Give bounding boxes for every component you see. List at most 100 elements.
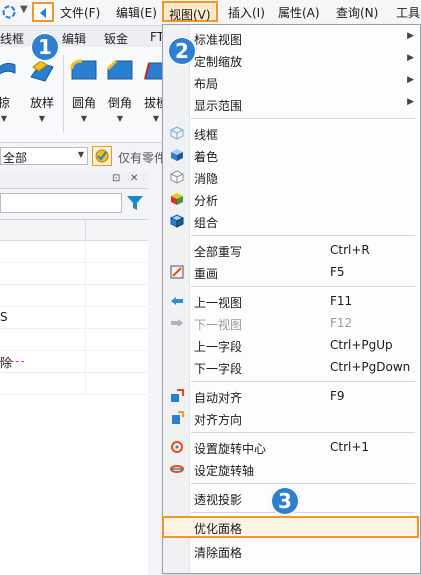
menu-item-label: 线框 [194, 128, 219, 142]
menu-item[interactable]: 全部重写 Ctrl+R [163, 239, 420, 261]
scope-select[interactable]: 全部 ▼ [0, 147, 88, 165]
back-button[interactable] [32, 2, 54, 22]
panel-header: ⊡ ✕ [0, 172, 148, 189]
sweep-label: 掠 [0, 96, 10, 110]
menu-item[interactable]: 消隐 [163, 166, 420, 188]
table-row[interactable] [0, 241, 148, 263]
loft-dropdown-icon[interactable]: ▼ [24, 114, 60, 123]
sweep-button[interactable]: 掠 ▼ [0, 55, 22, 123]
menu-item[interactable]: 设定旋转轴 [163, 458, 420, 480]
analysis-cube-icon [169, 191, 185, 207]
menu-item-label: 分析 [194, 194, 219, 208]
sweep-dropdown-icon[interactable]: ▼ [0, 114, 22, 123]
menu-item[interactable]: 上一视图 F11 [163, 290, 420, 312]
chamfer-label: 倒角 [107, 96, 132, 110]
step-badge-1: 1 [30, 32, 60, 62]
submenu-arrow-icon: ▶ [407, 97, 414, 107]
menu-item[interactable]: 组合 [163, 210, 420, 232]
select-only-parts-button[interactable] [92, 146, 112, 166]
menu-item-label: 上一字段 [194, 340, 243, 354]
menu-item[interactable]: 分析 [163, 188, 420, 210]
chamfer-dropdown-icon[interactable]: ▼ [102, 114, 138, 123]
rotation-center-icon [169, 439, 185, 455]
menu-item[interactable]: 定制缩放 ▶ [163, 49, 420, 71]
table-row[interactable] [0, 285, 148, 307]
redraw-icon [169, 264, 185, 280]
tab-edit[interactable]: 编辑 [62, 30, 86, 47]
chamfer-button[interactable]: 倒角 ▼ [102, 55, 138, 123]
fillet-label: 圆角 [71, 96, 96, 110]
menu-item[interactable]: 下一字段 Ctrl+PgDown [163, 356, 420, 378]
menu-file[interactable]: 文件(F) [60, 4, 100, 21]
menu-item[interactable]: 布局 ▶ [163, 71, 420, 93]
tree-search-row [0, 193, 148, 215]
app-logo-icon[interactable] [2, 5, 16, 19]
dashed-divider [0, 361, 24, 362]
table-row[interactable]: 除 [0, 351, 148, 373]
prev-view-icon [169, 293, 185, 309]
menu-separator [191, 118, 415, 119]
menu-view[interactable]: 视图(V) [162, 1, 218, 22]
menu-item[interactable]: 优化面格 [162, 516, 419, 538]
menu-query[interactable]: 查询(N) [336, 4, 378, 21]
menu-separator [191, 432, 415, 433]
menu-item-label: 优化面格 [194, 522, 243, 536]
menu-tools[interactable]: 工具 [396, 4, 420, 21]
menu-bar: ▼ 文件(F) 编辑(E) 视图(V) 插入(I) 属性(A) 查询(N) 工具 [0, 0, 421, 26]
menu-item[interactable]: 自动对齐 F9 [163, 385, 420, 407]
step-badge-3: 3 [270, 486, 300, 516]
tree-search-input[interactable] [0, 193, 122, 213]
menu-item[interactable]: 上一字段 Ctrl+PgUp [163, 334, 420, 356]
menu-item-label: 着色 [194, 150, 219, 164]
filter-funnel-icon[interactable] [126, 195, 144, 211]
menu-item[interactable]: 重画 F5 [163, 261, 420, 283]
menu-item[interactable]: 下一视图 F12 [163, 312, 420, 334]
menu-item[interactable]: 清除面格 [163, 540, 420, 562]
filter-row: 全部 ▼ 仅有零件 [0, 146, 170, 168]
fillet-icon [70, 59, 97, 80]
tree-row-label: S [0, 310, 8, 324]
tab-wireframe[interactable]: 线框 [0, 30, 24, 47]
align-direction-icon [169, 410, 185, 426]
menu-edit[interactable]: 编辑(E) [116, 4, 157, 21]
menu-item[interactable]: 线框 [163, 122, 420, 144]
rotation-axis-icon [169, 461, 185, 477]
menu-item[interactable]: 显示范围 ▶ [163, 93, 420, 115]
table-row[interactable] [0, 373, 148, 395]
tab-sheetmetal[interactable]: 钣金 [104, 30, 128, 47]
table-row[interactable] [0, 263, 148, 285]
menu-separator [191, 286, 415, 287]
menu-item-label: 上一视图 [194, 296, 243, 310]
menu-item[interactable]: 对齐方向 [163, 407, 420, 429]
menu-item-shortcut: Ctrl+R [330, 243, 370, 257]
tree-row-label: 除 [0, 356, 13, 370]
table-row[interactable]: S [0, 307, 148, 329]
menu-item[interactable]: 设置旋转中心 Ctrl+1 [163, 436, 420, 458]
menu-separator [191, 512, 415, 513]
panel-close-icon[interactable]: ✕ [130, 173, 138, 184]
menu-insert[interactable]: 插入(I) [228, 4, 265, 21]
submenu-arrow-icon: ▶ [407, 31, 414, 41]
fillet-button[interactable]: 圆角 ▼ [66, 55, 102, 123]
menu-attributes[interactable]: 属性(A) [278, 4, 320, 21]
chamfer-icon [106, 59, 133, 80]
shaded-cube-icon [169, 147, 185, 163]
panel-restore-icon[interactable]: ⊡ [112, 173, 120, 184]
menu-item-label: 显示范围 [194, 99, 243, 113]
menu-item-label: 定制缩放 [194, 55, 243, 69]
table-row[interactable] [0, 329, 148, 351]
menu-item-shortcut: F9 [330, 389, 345, 403]
menu-item-label: 布局 [194, 77, 219, 91]
menu-item[interactable]: 着色 [163, 144, 420, 166]
quick-access-dropdown-icon[interactable]: ▼ [20, 4, 28, 15]
sweep-icon [0, 62, 16, 75]
menu-item[interactable]: 标准视图 ▶ [163, 27, 420, 49]
loft-button[interactable]: 放样 ▼ [24, 55, 60, 123]
menu-item-label: 设定旋转轴 [194, 464, 255, 478]
ribbon-separator [63, 55, 64, 133]
menu-item-label: 组合 [194, 216, 219, 230]
fillet-dropdown-icon[interactable]: ▼ [66, 114, 102, 123]
combined-cube-icon [169, 213, 185, 229]
filter-gear-icon [95, 149, 109, 163]
menu-item-shortcut: F5 [330, 265, 345, 279]
